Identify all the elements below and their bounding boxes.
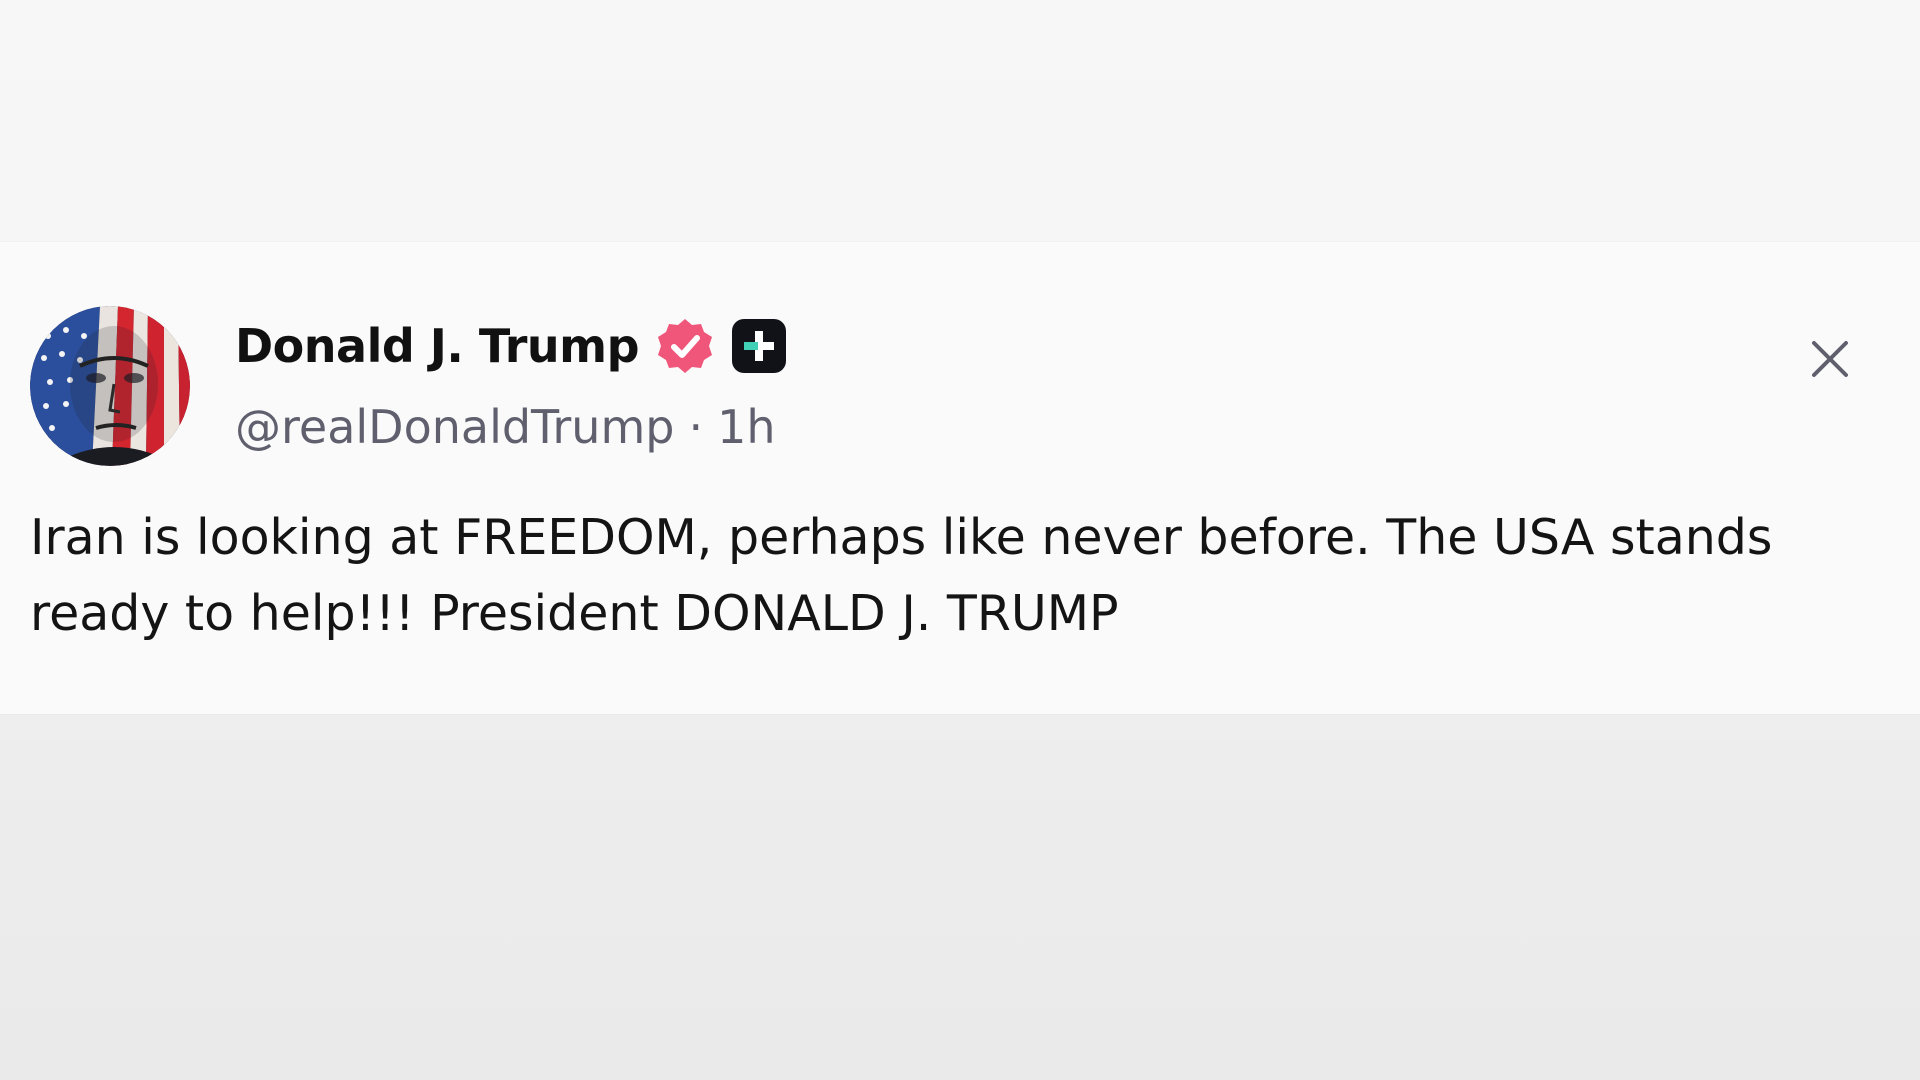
close-button[interactable] — [1805, 334, 1855, 384]
post-timestamp[interactable]: 1h — [717, 400, 775, 454]
flag-portrait-avatar-icon — [30, 306, 190, 466]
author-meta-row: @realDonaldTrump · 1h — [235, 400, 776, 454]
author-handle[interactable]: @realDonaldTrump — [235, 400, 674, 454]
post-card: Donald J. Trump @realDonaldTrump · 1h Ir… — [0, 242, 1920, 714]
post-body-text: Iran is looking at FREEDOM, perhaps like… — [30, 509, 1773, 642]
avatar[interactable] — [30, 306, 190, 466]
verified-badge-icon — [658, 319, 713, 373]
author-name-row: Donald J. Trump — [235, 314, 787, 378]
close-icon — [1812, 341, 1848, 377]
author-display-name[interactable]: Donald J. Trump — [235, 319, 640, 373]
meta-separator: · — [688, 400, 704, 454]
plus-badge-icon — [732, 319, 787, 373]
